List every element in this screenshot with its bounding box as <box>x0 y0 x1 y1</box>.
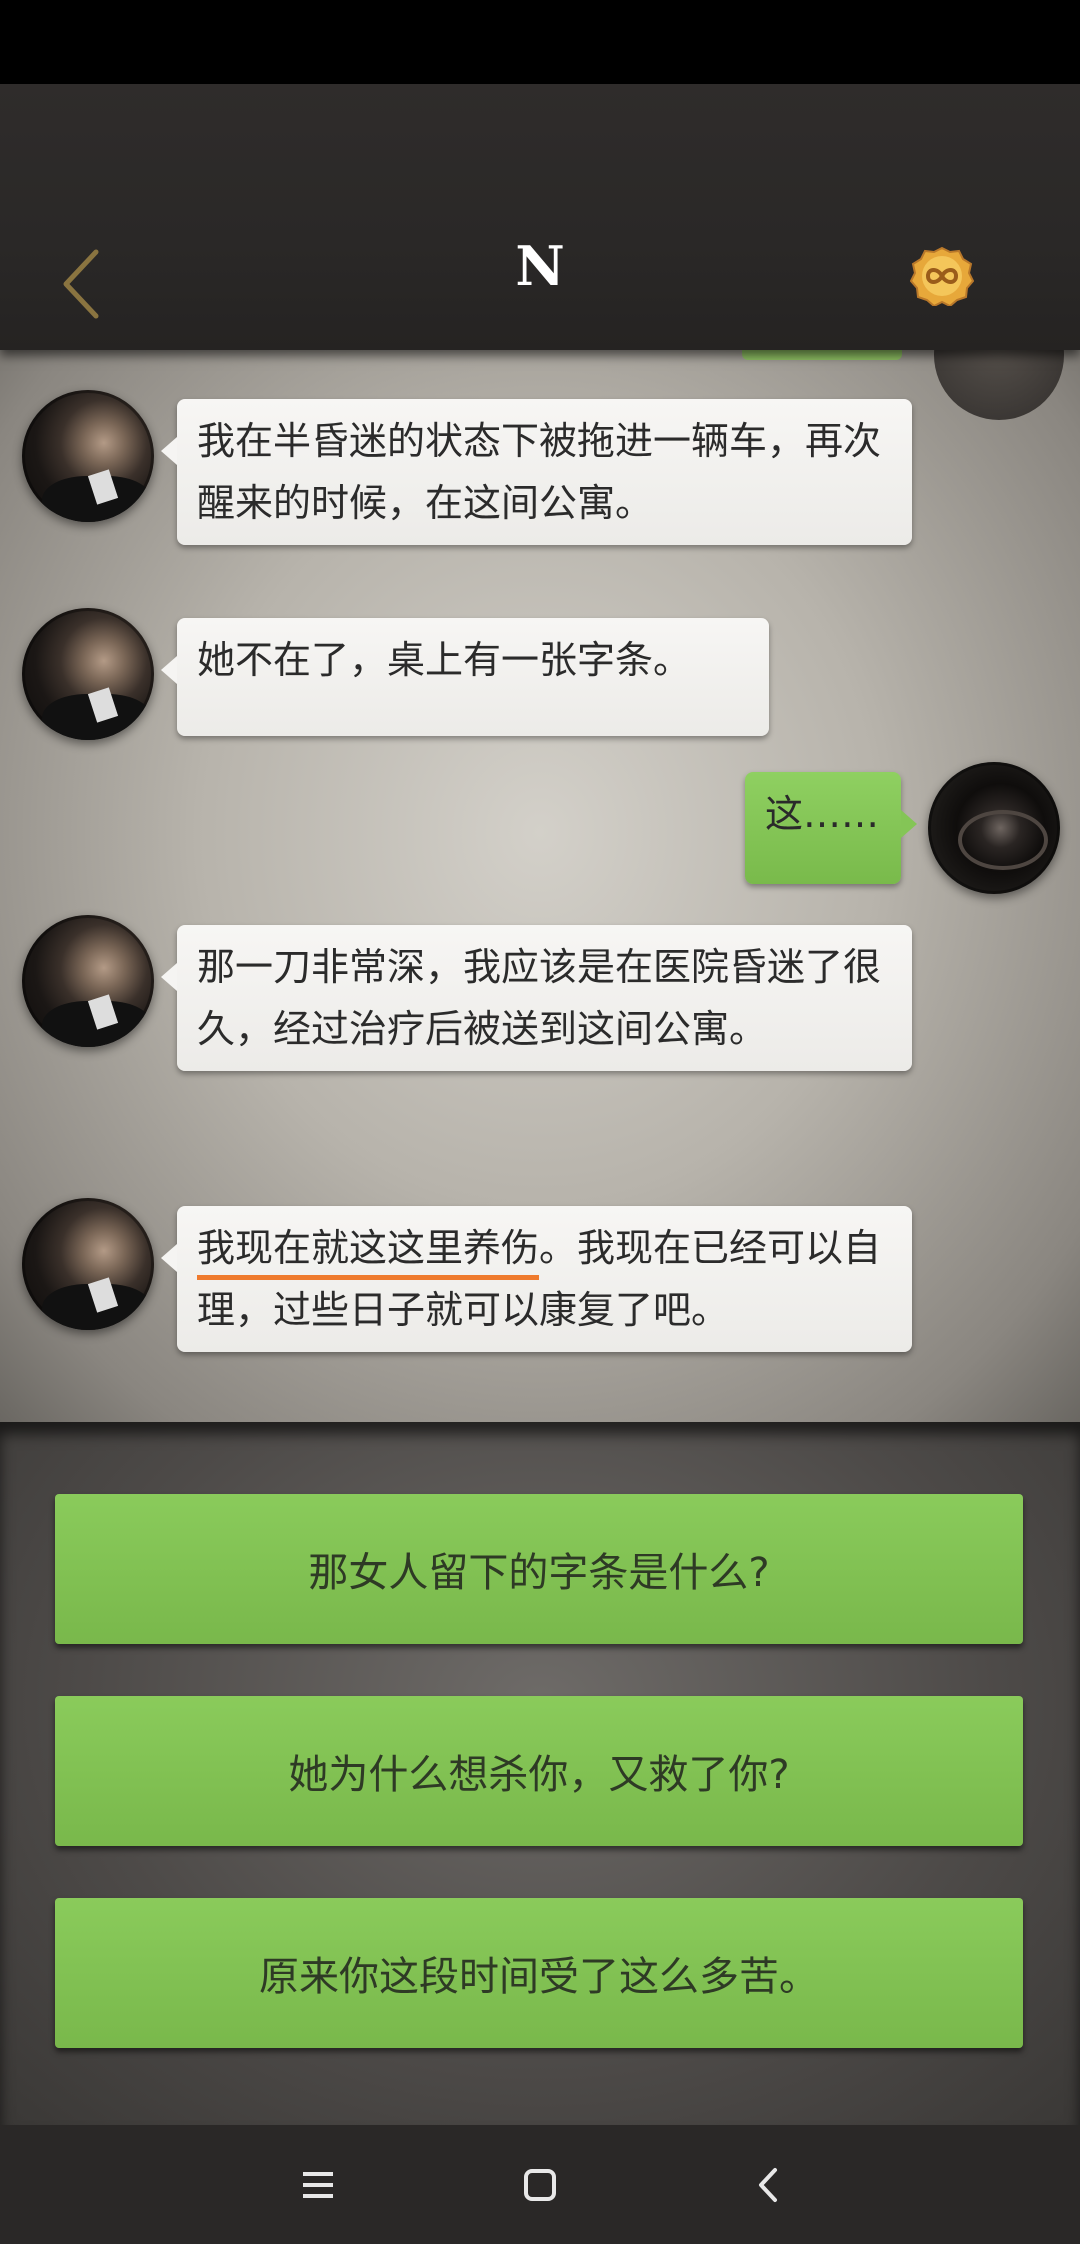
previous-message-edge <box>742 350 902 360</box>
message-bubble: 她不在了，桌上有一张字条。 <box>161 618 769 736</box>
message-bubble: 我在半昏迷的状态下被拖进一辆车，再次醒来的时候，在这间公寓。 <box>161 399 912 545</box>
previous-avatar-edge <box>934 350 1064 420</box>
choice-panel: 那女人留下的字条是什么? 她为什么想杀你，又救了你? 原来你这段时间受了这么多苦… <box>0 1422 1080 2125</box>
message-text: 那一刀非常深，我应该是在医院昏迷了很久，经过治疗后被送到这间公寓。 <box>197 945 882 1051</box>
infinity-coin-icon <box>909 246 975 308</box>
system-nav-bar <box>0 2125 1080 2244</box>
highlighted-phrase: 我现在就这这里养伤 <box>197 1226 540 1270</box>
app-header <box>0 84 1080 350</box>
contact-avatar[interactable] <box>22 915 154 1047</box>
contact-avatar[interactable] <box>22 1198 154 1330</box>
message-bubble: 我现在就这这里养伤。我现在已经可以自理，过些日子就可以康复了吧。 <box>161 1206 912 1352</box>
my-message-bubble: 这…… <box>745 772 917 884</box>
message-text: 这…… <box>765 792 880 836</box>
message-text: 我在半昏迷的状态下被拖进一辆车，再次醒来的时候，在这间公寓。 <box>197 419 882 525</box>
badge-button[interactable] <box>909 246 975 308</box>
back-triangle-icon <box>759 2168 777 2202</box>
menu-icon <box>303 2172 333 2198</box>
contact-avatar[interactable] <box>22 390 154 522</box>
home-button[interactable] <box>510 2155 570 2215</box>
chat-area: 我在半昏迷的状态下被拖进一辆车，再次醒来的时候，在这间公寓。 她不在了，桌上有一… <box>0 350 1080 1422</box>
choice-button[interactable]: 原来你这段时间受了这么多苦。 <box>55 1898 1023 2048</box>
choice-button[interactable]: 她为什么想杀你，又救了你? <box>55 1696 1023 1846</box>
menu-button[interactable] <box>288 2155 348 2215</box>
home-square-icon <box>524 2169 556 2201</box>
status-bar <box>0 0 1080 84</box>
message-bubble: 那一刀非常深，我应该是在医院昏迷了很久，经过治疗后被送到这间公寓。 <box>161 925 912 1071</box>
choice-button[interactable]: 那女人留下的字条是什么? <box>55 1494 1023 1644</box>
my-avatar[interactable] <box>928 762 1060 894</box>
message-text: 她不在了，桌上有一张字条。 <box>197 638 692 682</box>
system-back-button[interactable] <box>738 2155 798 2215</box>
contact-avatar[interactable] <box>22 608 154 740</box>
